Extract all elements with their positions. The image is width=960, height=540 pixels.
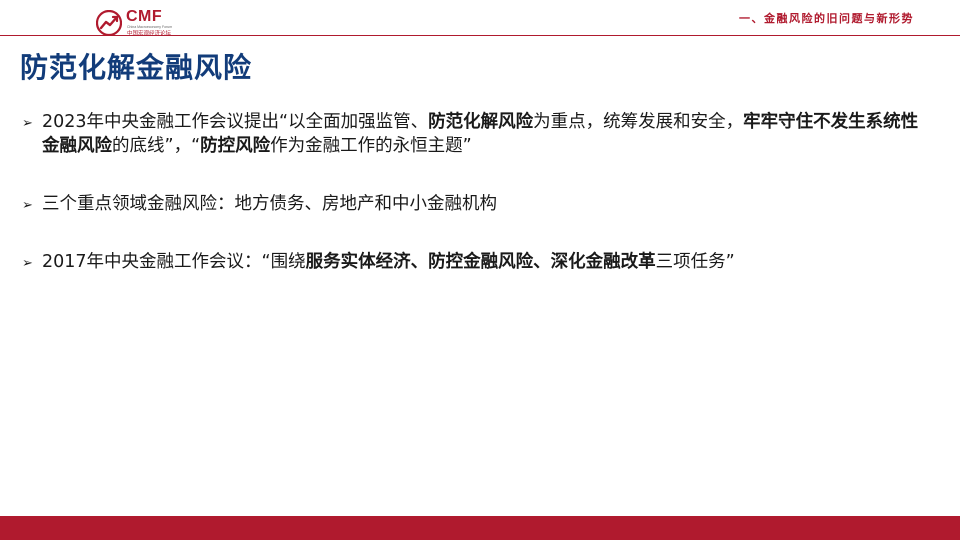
cmf-logo-icon <box>96 10 122 36</box>
bullet-item-2: ➢ 三个重点领域金融风险：地方债务、房地产和中小金融机构 <box>22 192 932 216</box>
header-divider <box>0 35 960 36</box>
bullet-text-run: 2023年中央金融工作会议提出“以全面加强监管、 <box>42 112 429 132</box>
arrow-bullet-icon: ➢ <box>22 198 33 213</box>
logo-wordmark: CMF <box>126 8 163 25</box>
bullet-emphasis-run: 防范化解风险 <box>428 112 534 132</box>
bullet-emphasis-run: 防控风险 <box>200 136 271 156</box>
bullet-text-run: 为重点，统筹发展和安全， <box>533 112 744 132</box>
arrow-bullet-icon: ➢ <box>22 116 33 131</box>
bullet-item-1: ➢ 2023年中央金融工作会议提出“以全面加强监管、防范化解风险为重点，统筹发展… <box>22 110 932 158</box>
bullet-emphasis-run: 服务实体经济、防控金融风险、深化金融改革 <box>305 252 656 272</box>
page-title: 防范化解金融风险 <box>20 51 253 84</box>
bullet-list: ➢ 2023年中央金融工作会议提出“以全面加强监管、防范化解风险为重点，统筹发展… <box>22 110 932 274</box>
section-label: 一、金融风险的旧问题与新形势 <box>739 12 914 25</box>
bullet-item-3: ➢ 2017年中央金融工作会议：“围绕服务实体经济、防控金融风险、深化金融改革三… <box>22 250 932 274</box>
bullet-text-run: 作为金融工作的永恒主题” <box>270 136 472 156</box>
footer-bar <box>0 516 960 540</box>
cmf-logo: CMF China Macroeconomy Forum 中国宏观经济论坛 <box>96 8 206 37</box>
arrow-bullet-icon: ➢ <box>22 256 33 271</box>
bullet-text-run: 2017年中央金融工作会议：“围绕 <box>42 252 306 272</box>
bullet-text-run: 三项任务” <box>655 252 735 272</box>
bullet-text-run: 三个重点领域金融风险：地方债务、房地产和中小金融机构 <box>42 194 497 214</box>
bullet-text-run: 的底线”，“ <box>112 136 201 156</box>
